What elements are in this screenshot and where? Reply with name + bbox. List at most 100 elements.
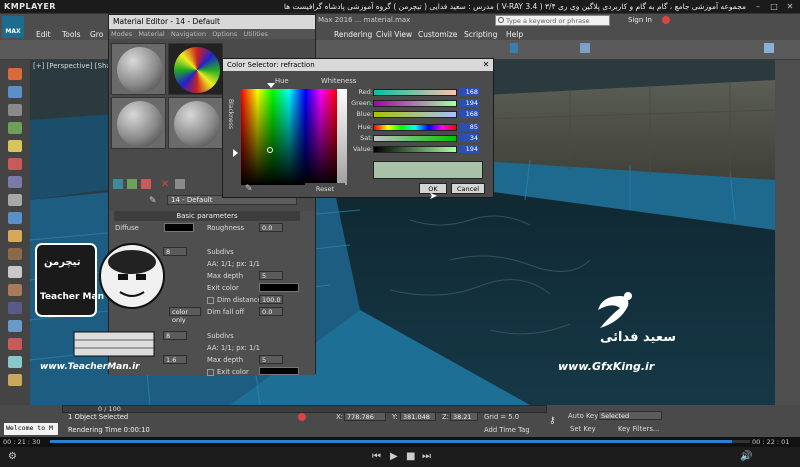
sat-slider[interactable] [373, 135, 457, 142]
eyedropper-icon[interactable]: ✎ [245, 184, 253, 194]
toolbar-icon[interactable] [8, 356, 22, 368]
toolbar-icon[interactable] [8, 374, 22, 386]
y-coord-field[interactable]: 381.048 [400, 412, 436, 421]
menu-utilities[interactable]: Utilities [243, 30, 267, 38]
hue-value[interactable]: 85 [459, 123, 479, 131]
max-depth2-spinner[interactable]: 5 [259, 355, 283, 364]
dim-distance-checkbox[interactable] [207, 297, 214, 304]
toolbar-icon[interactable] [580, 43, 590, 53]
search-input[interactable]: Type a keyword or phrase [495, 15, 610, 26]
green-slider[interactable] [373, 100, 457, 107]
set-key-button[interactable]: Set Key [570, 425, 596, 433]
close-icon[interactable]: ✕ [784, 2, 796, 12]
menu-material[interactable]: Material [138, 30, 164, 38]
dim-falloff-spinner[interactable]: 0.0 [259, 307, 283, 316]
stop-icon[interactable]: ■ [406, 451, 415, 462]
toolbar-icon[interactable] [8, 212, 22, 224]
diffuse-color-swatch[interactable] [164, 223, 194, 232]
play-icon[interactable]: ▶ [390, 451, 398, 462]
minimize-icon[interactable]: – [752, 2, 764, 12]
settings-icon[interactable]: ⚙ [8, 451, 17, 462]
cancel-button[interactable]: Cancel [451, 183, 485, 194]
value-value[interactable]: 194 [459, 145, 479, 153]
value-slider[interactable] [373, 146, 457, 153]
help-icon[interactable] [662, 16, 670, 24]
menu-navigation[interactable]: Navigation [171, 30, 206, 38]
key-filters-button[interactable]: Key Filters... [618, 425, 659, 433]
max-app-logo[interactable]: MAX [2, 16, 24, 38]
key-icon[interactable]: ⚷ [549, 416, 556, 426]
menu-help[interactable]: Help [506, 30, 523, 39]
blue-slider[interactable] [373, 111, 457, 118]
blue-value[interactable]: 168 [459, 110, 479, 118]
volume-icon[interactable]: 🔊 [740, 451, 752, 462]
exit-color2-checkbox[interactable] [207, 369, 214, 376]
get-material-icon[interactable] [113, 179, 123, 189]
red-slider[interactable] [373, 89, 457, 96]
hue-slider[interactable] [373, 124, 457, 131]
material-slot[interactable] [111, 43, 166, 95]
sat-value[interactable]: 34 [459, 134, 479, 142]
toolbar-icon[interactable] [8, 284, 22, 296]
toolbar-icon[interactable] [8, 158, 22, 170]
make-unique-icon[interactable] [175, 179, 185, 189]
toolbar-icon[interactable] [8, 86, 22, 98]
viewport-label[interactable]: [+] [Perspective] [Shad [33, 62, 115, 70]
whiteness-bar[interactable] [337, 89, 347, 185]
put-to-scene-icon[interactable] [127, 179, 137, 189]
toolbar-icon[interactable] [510, 43, 518, 53]
red-value[interactable]: 168 [459, 88, 479, 96]
reset-button[interactable]: Reset [305, 183, 345, 194]
menu-options[interactable]: Options [212, 30, 237, 38]
auto-key-button[interactable]: Auto Key [568, 412, 598, 420]
toolbar-icon[interactable] [8, 320, 22, 332]
selected-dropdown[interactable]: Selected [598, 411, 662, 420]
toolbar-icon[interactable] [764, 43, 774, 53]
timeline-counter[interactable]: 0 / 100 [98, 405, 121, 413]
exit-color2-swatch[interactable] [259, 367, 299, 375]
add-time-tag[interactable]: Add Time Tag [484, 426, 530, 434]
menu-customize[interactable]: Customize [418, 30, 457, 39]
material-slot[interactable] [111, 97, 166, 149]
maxscript-listener[interactable]: Welcome to M [4, 423, 58, 435]
green-value[interactable]: 194 [459, 99, 479, 107]
menu-modes[interactable]: Modes [111, 30, 132, 38]
dim-distance-spinner[interactable]: 100.0 [259, 295, 283, 304]
toolbar-icon[interactable] [8, 338, 22, 350]
menu-civil-view[interactable]: Civil View [376, 30, 412, 39]
menu-group[interactable]: Gro [90, 30, 103, 39]
max-depth-spinner[interactable]: 5 [259, 271, 283, 280]
assign-to-selection-icon[interactable] [141, 179, 151, 189]
rollout-header[interactable]: Basic parameters [114, 211, 300, 221]
toolbar-icon[interactable] [8, 104, 22, 116]
eyedropper-icon[interactable]: ✎ [149, 196, 157, 206]
roughness-spinner[interactable]: 0.0 [259, 223, 283, 232]
close-icon[interactable]: ✕ [481, 60, 491, 70]
z-coord-field[interactable]: 38.21 [450, 412, 478, 421]
toolbar-icon[interactable] [8, 194, 22, 206]
menu-scripting[interactable]: Scripting [464, 30, 497, 39]
menu-tools[interactable]: Tools [62, 30, 80, 39]
hue-blackness-field[interactable] [241, 89, 337, 185]
toolbar-icon[interactable] [8, 68, 22, 80]
hue-pointer-icon[interactable] [267, 83, 275, 88]
sign-in-link[interactable]: Sign In [628, 16, 652, 24]
blackness-pointer-icon[interactable] [233, 149, 238, 157]
toolbar-icon[interactable] [8, 248, 22, 260]
toolbar-icon[interactable] [8, 140, 22, 152]
prev-icon[interactable]: ⏮ [372, 451, 381, 462]
exit-color-swatch[interactable] [259, 283, 299, 292]
lock-selection-icon[interactable] [298, 413, 306, 421]
toolbar-icon[interactable] [8, 302, 22, 314]
x-coord-field[interactable]: 778.786 [344, 412, 386, 421]
toolbar-icon[interactable] [8, 176, 22, 188]
menu-rendering[interactable]: Rendering [334, 30, 372, 39]
delete-icon[interactable]: ✕ [161, 179, 169, 190]
toolbar-icon[interactable] [8, 266, 22, 278]
material-slot[interactable] [168, 97, 223, 149]
color-picker-crosshair[interactable] [267, 147, 273, 153]
menu-edit[interactable]: Edit [36, 30, 51, 39]
next-icon[interactable]: ⏭ [422, 451, 431, 462]
toolbar-icon[interactable] [8, 230, 22, 242]
material-slot-active[interactable] [168, 43, 223, 95]
